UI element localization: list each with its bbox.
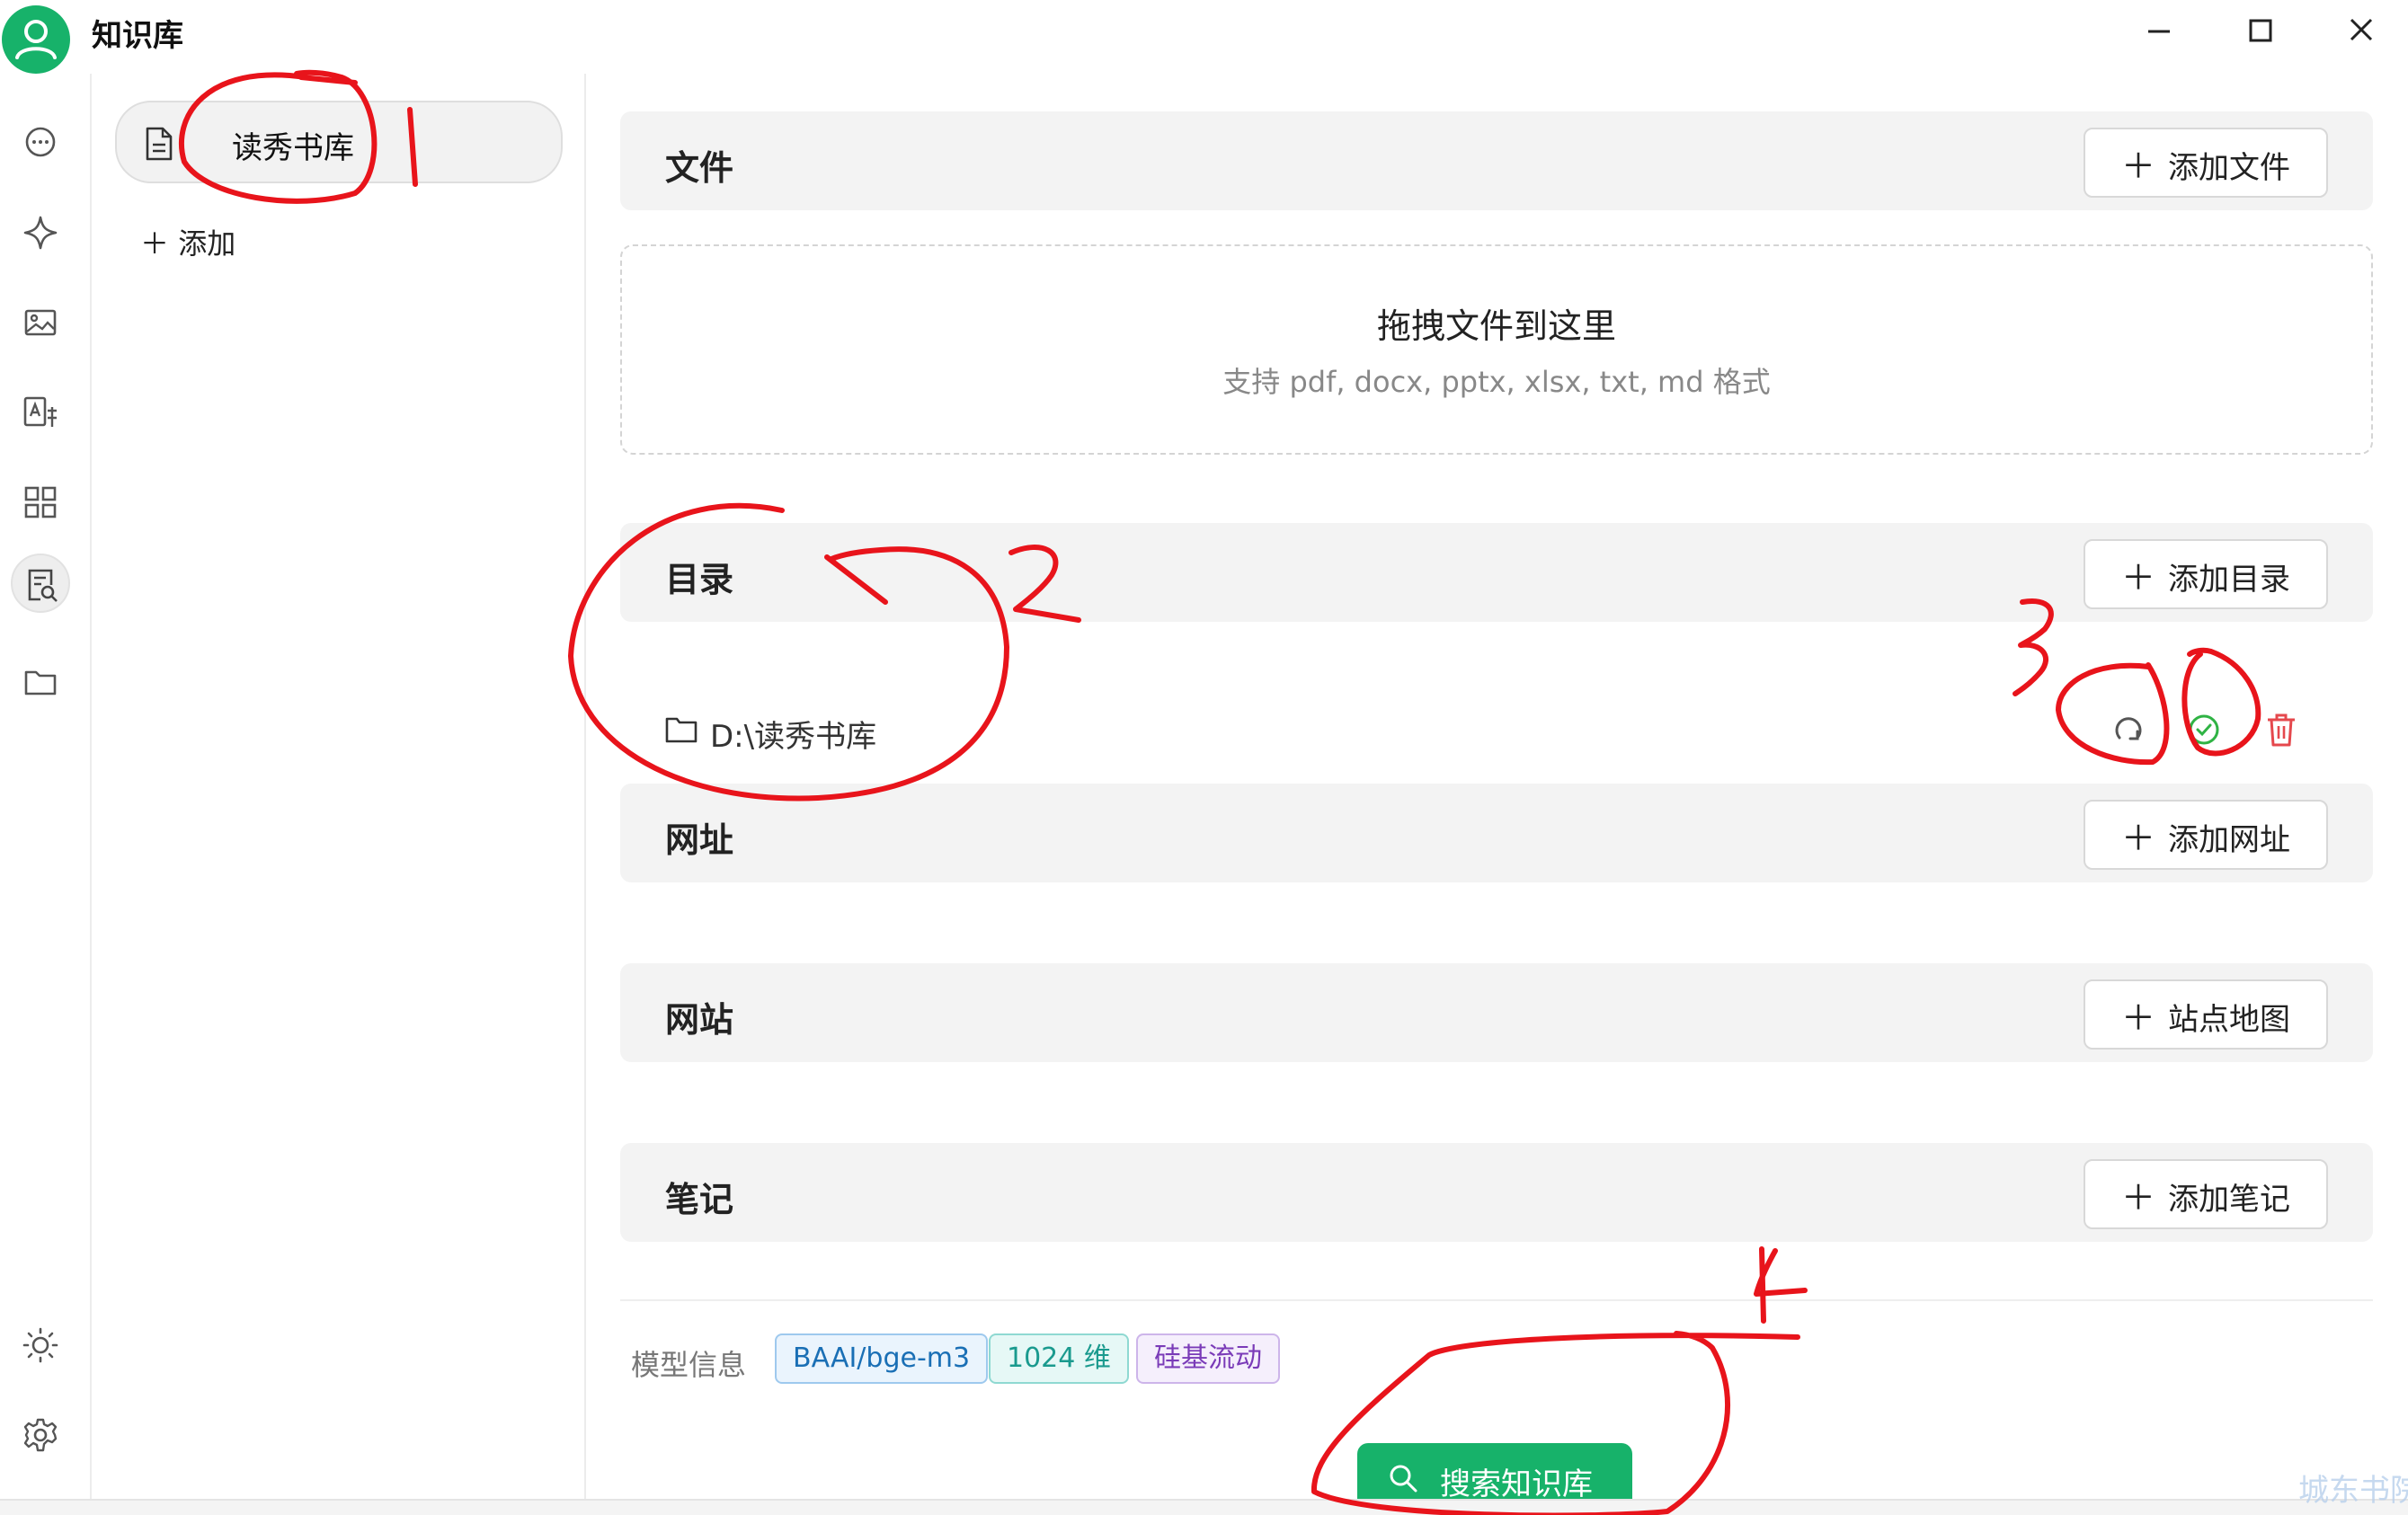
avatar[interactable] (2, 5, 70, 74)
divider (620, 1299, 2373, 1301)
trash-icon (2268, 713, 2295, 747)
website-section-header: 网站 ＋站点地图 (620, 963, 2373, 1062)
rail-translate[interactable] (11, 383, 70, 442)
dimension-tag: 1024 维 (989, 1333, 1129, 1384)
directory-item: D:\读秀书库 (620, 685, 2373, 775)
directory-path: D:\读秀书库 (710, 719, 877, 755)
file-dropzone[interactable]: 拖拽文件到这里 支持 pdf, docx, pptx, xlsx, txt, m… (620, 244, 2373, 455)
add-knowledge-base-button[interactable]: ＋ 添加 (140, 221, 235, 262)
refresh-button[interactable] (2109, 710, 2148, 749)
website-section-title: 网站 (665, 1000, 734, 1040)
processed-status (2184, 710, 2224, 749)
translate-icon (23, 396, 57, 427)
maximize-icon (2249, 19, 2272, 42)
gear-icon (23, 1418, 58, 1452)
notes-section-title: 笔记 (665, 1180, 734, 1219)
title-bar: 知识库 (0, 0, 2408, 74)
rail-assistant[interactable] (11, 203, 70, 262)
model-info-label: 模型信息 (631, 1348, 747, 1382)
sparkle-icon (23, 216, 58, 250)
refresh-icon (2115, 717, 2142, 740)
kb-item[interactable]: 读秀书库 (115, 101, 563, 183)
rail-chat[interactable] (11, 113, 70, 173)
directory-section-header: 目录 ＋添加目录 (620, 523, 2373, 622)
model-tag: BAAI/bge-m3 (775, 1333, 989, 1384)
add-note-button[interactable]: ＋添加笔记 (2084, 1159, 2328, 1229)
rail-theme[interactable] (11, 1316, 70, 1375)
folder-icon (24, 670, 57, 695)
image-icon (24, 309, 57, 336)
url-section-header: 网址 ＋添加网址 (620, 784, 2373, 882)
plus-icon: ＋ (2120, 1177, 2155, 1218)
user-icon (15, 20, 57, 59)
window-bottom-edge (0, 1499, 2408, 1515)
minimize-button[interactable] (2132, 11, 2186, 52)
knowledge-base-list: 读秀书库 ＋ 添加 (93, 74, 586, 1502)
add-directory-button[interactable]: ＋添加目录 (2084, 539, 2328, 609)
apps-grid-icon (24, 486, 57, 518)
maximize-button[interactable] (2233, 11, 2287, 52)
plus-icon: ＋ (140, 226, 170, 261)
knowledge-detail: 文件 ＋添加文件 拖拽文件到这里 支持 pdf, docx, pptx, xls… (588, 74, 2408, 1511)
plus-icon: ＋ (2120, 997, 2155, 1038)
nav-rail (0, 74, 92, 1502)
plus-icon: ＋ (2120, 146, 2155, 186)
files-section-title: 文件 (665, 148, 734, 188)
search-icon (1390, 1465, 1417, 1493)
provider-tag: 硅基流动 (1136, 1333, 1280, 1384)
chat-icon (25, 127, 56, 157)
rail-image[interactable] (11, 293, 70, 352)
kb-item-label: 读秀书库 (232, 130, 354, 166)
window-title: 知识库 (92, 18, 183, 54)
sitemap-button[interactable]: ＋站点地图 (2084, 979, 2328, 1050)
add-label: 添加 (178, 226, 236, 261)
dropzone-title: 拖拽文件到这里 (1376, 306, 1616, 346)
add-file-button[interactable]: ＋添加文件 (2084, 128, 2328, 198)
folder-icon (665, 717, 698, 743)
plus-icon: ＋ (2120, 818, 2155, 858)
sun-icon (22, 1327, 58, 1363)
check-circle-icon (2189, 714, 2219, 745)
rail-files[interactable] (11, 652, 70, 712)
rail-knowledge[interactable] (11, 554, 70, 613)
url-section-title: 网址 (665, 820, 734, 860)
document-icon (146, 127, 173, 161)
knowledge-icon (28, 569, 58, 602)
close-button[interactable] (2335, 11, 2389, 52)
minimize-icon (2148, 30, 2170, 33)
add-url-button[interactable]: ＋添加网址 (2084, 800, 2328, 870)
dropzone-subtitle: 支持 pdf, docx, pptx, xlsx, txt, md 格式 (1222, 365, 1771, 399)
notes-section-header: 笔记 ＋添加笔记 (620, 1143, 2373, 1242)
directory-section-title: 目录 (665, 560, 734, 599)
rail-settings[interactable] (11, 1405, 70, 1465)
close-icon (2350, 18, 2373, 41)
delete-button[interactable] (2261, 710, 2301, 749)
rail-apps[interactable] (11, 473, 70, 532)
files-section-header: 文件 ＋添加文件 (620, 111, 2373, 210)
plus-icon: ＋ (2120, 557, 2155, 598)
